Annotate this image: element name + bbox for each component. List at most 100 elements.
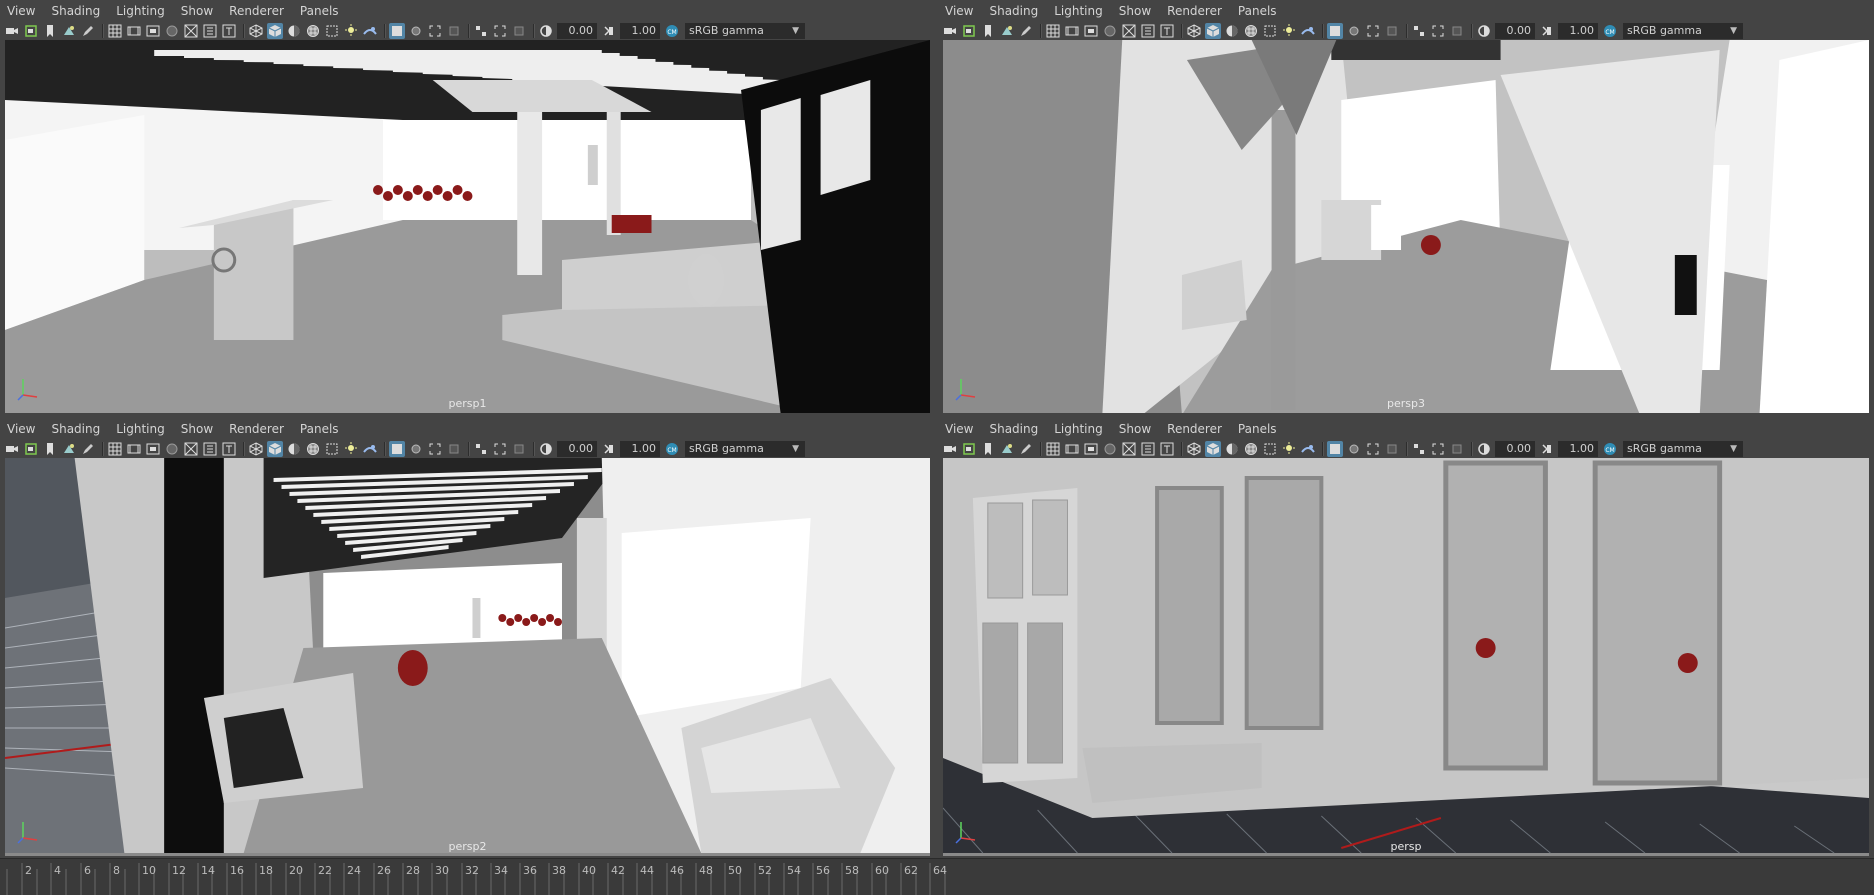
frame-icon[interactable] [427,23,443,39]
lights-icon[interactable] [305,441,321,457]
scene-render[interactable] [943,458,1869,856]
safe-action-icon[interactable] [164,23,180,39]
grid-icon[interactable] [1045,23,1061,39]
pencil-icon[interactable] [1018,441,1034,457]
gamma-icon[interactable] [1539,441,1555,457]
viewport-canvas[interactable]: persp [943,458,1869,856]
menu-show[interactable]: Show [1111,418,1159,440]
frame-icon[interactable] [1430,441,1446,457]
text-icon[interactable] [221,441,237,457]
menu-renderer[interactable]: Renderer [221,0,292,22]
smooth-shade-icon[interactable] [1205,23,1221,39]
resolution-gate-icon[interactable] [145,23,161,39]
gamma-field[interactable]: 1.00 [620,441,660,457]
ambient-occlusion-icon[interactable] [1281,23,1297,39]
snap-icon[interactable] [1411,23,1427,39]
small-icon[interactable] [511,441,527,457]
shadows-icon[interactable] [1262,441,1278,457]
small-icon[interactable] [446,23,462,39]
field-chart-icon[interactable] [1121,441,1137,457]
exposure-icon[interactable] [538,441,554,457]
pencil-icon[interactable] [80,441,96,457]
bookmark-icon[interactable] [42,441,58,457]
small-icon[interactable] [446,441,462,457]
small-icon[interactable] [1384,441,1400,457]
scene-render[interactable] [943,40,1869,413]
smooth-shade-icon[interactable] [267,23,283,39]
menu-shading[interactable]: Shading [43,418,108,440]
menu-panels[interactable]: Panels [1230,418,1285,440]
menu-lighting[interactable]: Lighting [108,418,173,440]
frame-icon[interactable] [427,441,443,457]
menu-view[interactable]: View [0,0,43,22]
scene-render[interactable] [5,40,930,413]
motion-blur-icon[interactable] [1300,441,1316,457]
lights-icon[interactable] [1243,441,1259,457]
isolate-select-icon[interactable] [1327,23,1343,39]
exposure-field[interactable]: 0.00 [557,441,597,457]
lights-icon[interactable] [1243,23,1259,39]
color-management-icon[interactable]: CM [1602,441,1618,457]
scene-render[interactable] [5,458,930,856]
hud-icon[interactable] [1140,441,1156,457]
safe-action-icon[interactable] [1102,441,1118,457]
field-chart-icon[interactable] [183,441,199,457]
camera-select-icon[interactable] [4,23,20,39]
film-gate-icon[interactable] [126,441,142,457]
grid-icon[interactable] [107,441,123,457]
motion-blur-icon[interactable] [1300,23,1316,39]
exposure-icon[interactable] [1476,23,1492,39]
menu-renderer[interactable]: Renderer [1159,0,1230,22]
bookmark-icon[interactable] [980,441,996,457]
menu-renderer[interactable]: Renderer [1159,418,1230,440]
wireframe-icon[interactable] [248,23,264,39]
image-plane-icon[interactable] [999,441,1015,457]
hud-icon[interactable] [202,23,218,39]
lights-icon[interactable] [305,23,321,39]
resolution-gate-icon[interactable] [1083,441,1099,457]
menu-panels[interactable]: Panels [292,0,347,22]
wireframe-icon[interactable] [1186,23,1202,39]
color-space-dropdown[interactable]: sRGB gamma ▼ [685,23,805,39]
text-icon[interactable] [1159,441,1175,457]
gamma-icon[interactable] [1539,23,1555,39]
small-icon[interactable] [511,23,527,39]
grid-icon[interactable] [1045,441,1061,457]
image-plane-icon[interactable] [61,441,77,457]
gamma-field[interactable]: 1.00 [1558,441,1598,457]
ambient-occlusion-icon[interactable] [343,441,359,457]
frame-icon[interactable] [1365,23,1381,39]
camera-attr-icon[interactable] [961,23,977,39]
wireframe-icon[interactable] [1186,441,1202,457]
textured-icon[interactable] [1224,441,1240,457]
text-icon[interactable] [1159,23,1175,39]
frame-icon[interactable] [492,441,508,457]
snap-icon[interactable] [1411,441,1427,457]
camera-attr-icon[interactable] [961,441,977,457]
snap-icon[interactable] [473,23,489,39]
menu-shading[interactable]: Shading [43,0,108,22]
camera-select-icon[interactable] [942,441,958,457]
resolution-gate-icon[interactable] [145,441,161,457]
menu-show[interactable]: Show [1111,0,1159,22]
camera-select-icon[interactable] [942,23,958,39]
textured-icon[interactable] [1224,23,1240,39]
smooth-shade-icon[interactable] [1205,441,1221,457]
exposure-field[interactable]: 0.00 [557,23,597,39]
resolution-gate-icon[interactable] [1083,23,1099,39]
ambient-occlusion-icon[interactable] [343,23,359,39]
small-icon[interactable] [1449,23,1465,39]
pencil-icon[interactable] [80,23,96,39]
ambient-occlusion-icon[interactable] [1281,441,1297,457]
isolate-select-icon[interactable] [389,441,405,457]
grid-icon[interactable] [107,23,123,39]
bookmark-icon[interactable] [980,23,996,39]
viewport-canvas[interactable]: persp1 [5,40,930,413]
camera-select-icon[interactable] [4,441,20,457]
shadows-icon[interactable] [324,23,340,39]
shadows-icon[interactable] [1262,23,1278,39]
frame-icon[interactable] [492,23,508,39]
isolate-select-icon[interactable] [1327,441,1343,457]
menu-shading[interactable]: Shading [981,418,1046,440]
menu-lighting[interactable]: Lighting [108,0,173,22]
